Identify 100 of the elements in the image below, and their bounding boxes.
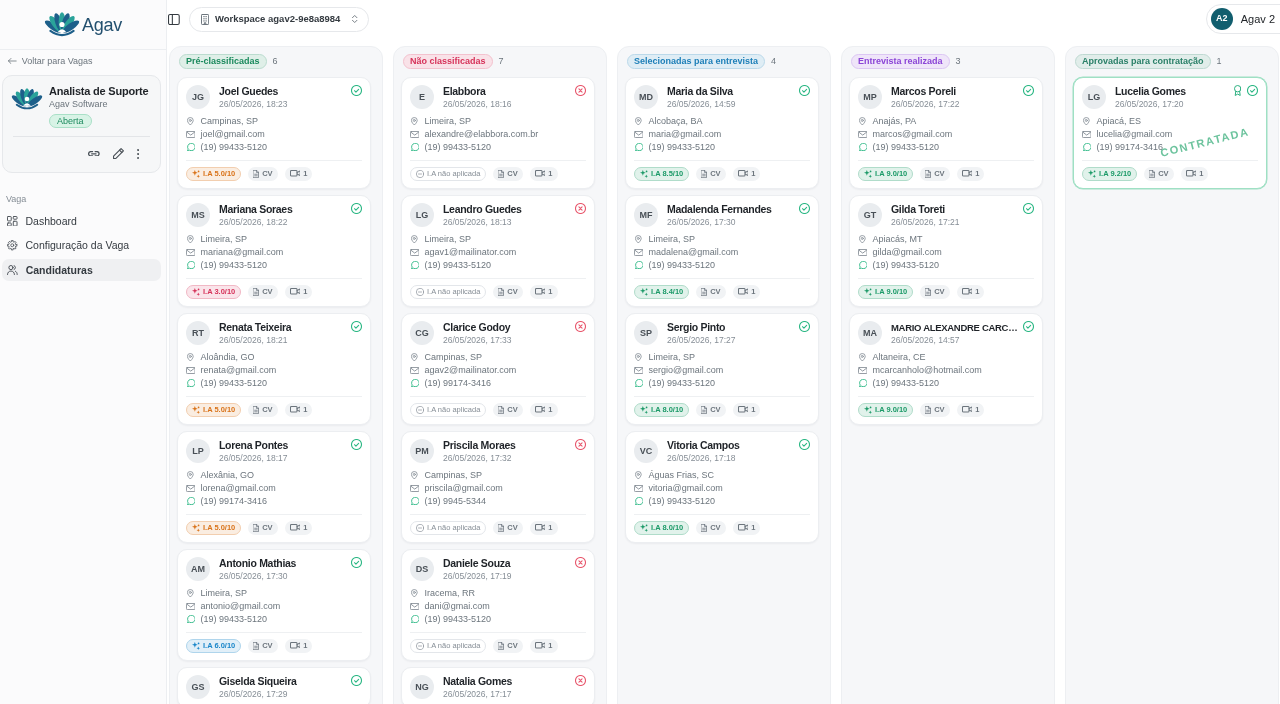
video-camera-icon [1185, 170, 1197, 177]
mail-icon [186, 130, 196, 138]
sparkle-icon [192, 169, 200, 178]
application-date: 26/05/2026, 17:17 [443, 688, 513, 700]
phone-text: (19) 99433-5120 [648, 376, 716, 390]
chat-bubble-icon [634, 496, 643, 506]
video-camera-icon [534, 288, 546, 295]
stage-label: Pré-classificadas [179, 54, 267, 69]
video-camera-icon [534, 170, 546, 177]
video-camera-icon [289, 288, 301, 295]
phone-text: (19) 99433-5120 [200, 140, 268, 154]
candidate-card[interactable]: NG Natalia Gomes 26/05/2026, 17:17 [401, 667, 595, 704]
workspace-selector[interactable]: Workspace agav2-9e8a8984 [188, 6, 369, 32]
location-pin-icon [411, 116, 419, 126]
document-icon [925, 169, 932, 178]
email-text: maria@gmail.com [648, 127, 722, 141]
candidate-name: Sergio Pinto [667, 321, 727, 334]
location-pin-icon [635, 470, 643, 480]
candidate-name: Madalenda Fernandes [667, 203, 773, 216]
phone-text: (19) 9945-5344 [424, 494, 486, 508]
nav-item[interactable]: Candidaturas [2, 259, 161, 281]
mail-icon [410, 248, 420, 256]
company-name: Agav Software [49, 98, 108, 110]
document-icon [701, 523, 708, 532]
email-text: vitoria@gmail.com [648, 481, 723, 495]
pencil-icon[interactable] [112, 148, 124, 159]
sparkle-icon [640, 405, 648, 414]
location-pin-icon [411, 470, 419, 480]
email-text: agav1@mailinator.com [424, 245, 517, 259]
sidebar-toggle-icon[interactable] [168, 13, 180, 25]
minus-circle-icon [416, 641, 424, 650]
application-date: 26/05/2026, 17:27 [667, 334, 737, 346]
candidate-avatar: SP [634, 321, 658, 345]
candidate-card[interactable]: GS Giselda Siqueira 26/05/2026, 17:29 [177, 667, 371, 704]
application-date: 26/05/2026, 14:59 [667, 98, 737, 110]
mail-icon [858, 366, 868, 374]
application-date: 26/05/2026, 17:32 [443, 452, 513, 464]
location-text: Apiacás, MT [872, 232, 923, 246]
stage-count: 3 [955, 55, 961, 68]
award-icon [1233, 85, 1241, 96]
mail-icon [186, 366, 196, 374]
chat-bubble-icon [858, 142, 867, 152]
document-icon [253, 169, 260, 178]
document-icon [925, 287, 932, 296]
phone-text: (19) 99433-5120 [872, 140, 940, 154]
candidate-name: Antonio Mathias [219, 557, 298, 570]
mail-icon [634, 130, 644, 138]
brand-name: Agav [81, 13, 123, 36]
video-camera-icon [289, 170, 301, 177]
candidate-name: Renata Teixeira [219, 321, 293, 334]
minus-circle-icon [416, 169, 424, 178]
video-camera-icon [737, 406, 749, 413]
location-pin-icon [187, 116, 195, 126]
job-title: Analista de Suporte [49, 84, 149, 98]
document-icon [1149, 169, 1156, 178]
candidate-avatar: DS [410, 557, 434, 581]
application-date: 26/05/2026, 18:21 [219, 334, 289, 346]
video-camera-icon [737, 288, 749, 295]
sparkle-icon [864, 405, 872, 414]
candidate-name: Mariana Soraes [219, 203, 294, 216]
application-date: 26/05/2026, 18:16 [443, 98, 513, 110]
chat-bubble-icon [410, 260, 419, 270]
stage-count: 6 [272, 55, 278, 68]
document-icon [253, 641, 260, 650]
chat-bubble-icon [410, 142, 419, 152]
email-text: dani@gmai.com [424, 599, 490, 613]
email-text: mcarcanholo@hotmail.com [872, 363, 982, 377]
application-date: 26/05/2026, 17:21 [891, 216, 961, 228]
candidate-avatar: LP [186, 439, 210, 463]
video-camera-icon [961, 288, 973, 295]
back-link[interactable]: Voltar para Vagas [0, 54, 166, 68]
nav-item[interactable]: Dashboard [2, 210, 161, 232]
link-icon[interactable] [88, 150, 100, 157]
candidate-name: Elabbora [443, 85, 487, 98]
video-camera-icon [737, 170, 749, 177]
more-icon[interactable] [136, 148, 139, 159]
sparkle-icon [640, 169, 648, 178]
nav-item[interactable]: Configuração da Vaga [2, 234, 161, 257]
location-text: Aloândia, GO [200, 350, 255, 364]
phone-text: (19) 99433-5120 [424, 140, 492, 154]
candidate-name: Marcos Poreli [891, 85, 957, 98]
email-text: madalena@gmail.com [648, 245, 739, 259]
phone-text: (19) 99433-5120 [200, 258, 268, 272]
application-date: 26/05/2026, 17:29 [219, 688, 289, 700]
application-date: 26/05/2026, 18:13 [443, 216, 513, 228]
mail-icon [634, 366, 644, 374]
application-date: 26/05/2026, 17:33 [443, 334, 513, 346]
video-camera-icon [289, 406, 301, 413]
candidate-name: Lorena Pontes [219, 439, 290, 452]
location-text: Campinas, SP [424, 468, 482, 482]
chat-bubble-icon [858, 378, 867, 388]
document-icon [498, 405, 505, 414]
video-camera-icon [289, 642, 301, 649]
document-icon [701, 405, 708, 414]
location-pin-icon [187, 234, 195, 244]
video-camera-icon [737, 524, 749, 531]
user-menu[interactable]: A2 Agav 2 [1205, 4, 1280, 34]
candidate-name: Clarice Godoy [443, 321, 512, 334]
phone-text: (19) 99433-5120 [872, 376, 940, 390]
location-pin-icon [187, 470, 195, 480]
